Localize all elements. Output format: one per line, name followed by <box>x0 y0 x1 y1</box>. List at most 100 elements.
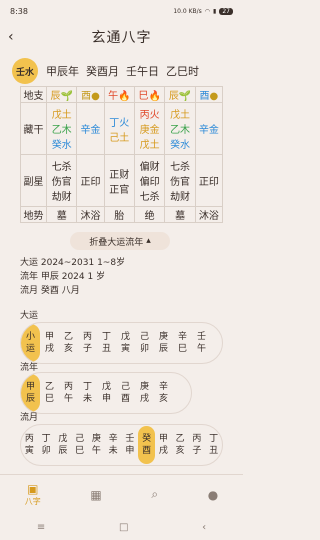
current-info: 大运 2024~2031 1~8岁 流年 甲辰 2024 1 岁 流月 癸酉 八… <box>20 256 125 298</box>
dayun-cell[interactable]: 辛巳 <box>173 324 192 362</box>
dayun-cell[interactable]: 乙亥 <box>59 324 78 362</box>
system-nav-bar: ≡ □ ‹ <box>0 514 243 540</box>
dishi-cell: 墓 <box>164 206 196 223</box>
dishi-cell: 墓 <box>45 206 78 223</box>
bottom-tab-bar: ▣ 八字 ▦ ⌕ ● <box>0 474 243 514</box>
clock: 8:38 <box>10 6 28 16</box>
dayun-info: 大运 2024~2031 1~8岁 <box>20 258 126 268</box>
liuyue-cell[interactable]: 丁卯 <box>38 426 55 464</box>
bazi-icon: ▣ <box>27 482 39 496</box>
recents-icon[interactable]: ≡ <box>37 522 45 533</box>
fuxing-cell: 正印 <box>194 154 224 207</box>
dizhi-cell: 巳🔥 <box>133 86 166 103</box>
canggan-cell: 丙火 庚金 戊土 <box>133 102 166 155</box>
fuxing-cell: 七杀 伤官 劫财 <box>164 154 196 207</box>
row-label-dizhi: 地支 <box>20 86 47 103</box>
liunian-cell[interactable]: 己酉 <box>116 374 135 412</box>
fuxing-cell: 七杀 伤官 劫财 <box>45 154 78 207</box>
liuyue-cell[interactable]: 戊辰 <box>55 426 72 464</box>
dayun-cell[interactable]: 丙子 <box>78 324 97 362</box>
canggan-cell: 丁火 己土 <box>103 102 135 155</box>
back-nav-icon[interactable]: ‹ <box>202 522 206 533</box>
liunian-info: 流年 甲辰 2024 1 岁 <box>20 272 106 282</box>
fuxing-cell: 正财 正官 <box>103 154 135 207</box>
liunian-cell[interactable]: 庚戌 <box>135 374 154 412</box>
bazi-grid: 地支 辰🌱 酉● 午🔥 巳🔥 辰🌱 酉● 藏干 戊土 乙木 癸水 辛金 丁火 己土 丙… <box>20 86 224 223</box>
home-icon[interactable]: □ <box>119 522 128 533</box>
dishi-cell: 沐浴 <box>194 206 224 223</box>
battery-icon: 27 <box>219 7 233 15</box>
signal-icon: ▮ <box>213 7 217 15</box>
liunian-cell[interactable]: 戊申 <box>97 374 116 412</box>
canggan-cell: 辛金 <box>194 102 224 155</box>
collapse-dayun-button[interactable]: 折叠大运流年 ▴ <box>70 232 170 250</box>
liuyue-row: 丙寅丁卯戊辰己巳庚午辛未壬申癸酉甲戌乙亥丙子丁丑 <box>20 424 223 466</box>
liuyue-cell[interactable]: 己巳 <box>71 426 88 464</box>
calendar-icon: ▦ <box>90 487 102 502</box>
dishi-cell: 沐浴 <box>76 206 105 223</box>
caret-up-icon: ▴ <box>146 236 151 246</box>
tab-profile[interactable]: ● <box>208 488 218 502</box>
tab-search[interactable]: ⌕ <box>151 487 158 502</box>
dishi-cell: 胎 <box>103 206 135 223</box>
row-label-dishi: 地势 <box>20 206 47 223</box>
canggan-cell: 辛金 <box>76 102 105 155</box>
day-pillar: 壬午日 <box>126 65 159 78</box>
dayun-cell[interactable]: 己卯 <box>135 324 154 362</box>
dizhi-cell: 辰🌱 <box>45 86 78 103</box>
liuyue-cell[interactable]: 甲戌 <box>155 426 172 464</box>
liunian-cell[interactable]: 辛亥 <box>154 374 173 412</box>
liunian-cell[interactable]: 丙午 <box>59 374 78 412</box>
status-icons: 10.0 KB/s ◠ ▮ 27 <box>173 7 233 15</box>
liunian-row: 甲辰乙巳丙午丁未戊申己酉庚戌辛亥 <box>20 372 192 414</box>
liunian-label: 流年 <box>20 363 39 373</box>
liuyue-info: 流月 癸酉 八月 <box>20 286 80 296</box>
pillars-header: 壬水 甲辰年 癸酉月 壬午日 乙巳时 <box>0 56 243 86</box>
wifi-icon: ◠ <box>204 7 211 15</box>
row-label-canggan: 藏干 <box>20 102 47 155</box>
dayun-cell[interactable]: 庚辰 <box>154 324 173 362</box>
liunian-cell[interactable]: 丁未 <box>78 374 97 412</box>
liunian-cell[interactable]: 乙巳 <box>40 374 59 412</box>
dishi-cell: 绝 <box>133 206 166 223</box>
dizhi-cell: 午🔥 <box>103 86 135 103</box>
dayun-cell[interactable]: 戊寅 <box>116 324 135 362</box>
liuyue-cell[interactable]: 辛未 <box>105 426 122 464</box>
liuyue-cell[interactable]: 癸酉 <box>138 426 155 464</box>
year-pillar: 甲辰年 <box>46 65 79 78</box>
user-icon: ● <box>207 487 219 502</box>
network-speed: 10.0 KB/s <box>173 7 202 15</box>
dayun-cell[interactable]: 甲戌 <box>40 324 59 362</box>
dizhi-cell: 酉● <box>76 86 105 103</box>
dizhi-cell: 酉● <box>194 86 224 103</box>
canggan-cell: 戊土 乙木 癸水 <box>45 102 78 155</box>
liuyue-cell[interactable]: 壬申 <box>122 426 139 464</box>
title-bar: ‹ 玄通八字 <box>0 22 243 52</box>
dizhi-cell: 辰🌱 <box>164 86 196 103</box>
page-title: 玄通八字 <box>91 30 152 46</box>
dayun-cell[interactable]: 小运 <box>21 324 40 362</box>
day-master-badge: 壬水 <box>12 58 38 84</box>
liuyue-cell[interactable]: 庚午 <box>88 426 105 464</box>
fuxing-cell: 正印 <box>76 154 105 207</box>
back-icon[interactable]: ‹ <box>8 29 15 45</box>
hour-pillar: 乙巳时 <box>166 65 199 78</box>
liuyue-cell[interactable]: 丙子 <box>189 426 206 464</box>
liuyue-label: 流月 <box>20 413 39 423</box>
liunian-cell[interactable]: 甲辰 <box>21 374 40 412</box>
liuyue-cell[interactable]: 丁丑 <box>205 426 222 464</box>
fuxing-cell: 偏财 偏印 七杀 <box>133 154 166 207</box>
dayun-row: 小运甲戌乙亥丙子丁丑戊寅己卯庚辰辛巳壬午 <box>20 322 223 364</box>
month-pillar: 癸酉月 <box>86 65 119 78</box>
clipboard-search-icon: ⌕ <box>151 487 159 501</box>
canggan-cell: 戊土 乙木 癸水 <box>164 102 196 155</box>
tab-bazi[interactable]: ▣ 八字 <box>25 482 41 507</box>
liuyue-cell[interactable]: 丙寅 <box>21 426 38 464</box>
row-label-fuxing: 副星 <box>20 154 47 207</box>
liuyue-cell[interactable]: 乙亥 <box>172 426 189 464</box>
dayun-cell[interactable]: 壬午 <box>192 324 211 362</box>
dayun-label: 大运 <box>20 311 39 321</box>
dayun-cell[interactable]: 丁丑 <box>97 324 116 362</box>
status-bar: 8:38 10.0 KB/s ◠ ▮ 27 <box>0 0 243 22</box>
tab-calendar[interactable]: ▦ <box>90 488 101 502</box>
